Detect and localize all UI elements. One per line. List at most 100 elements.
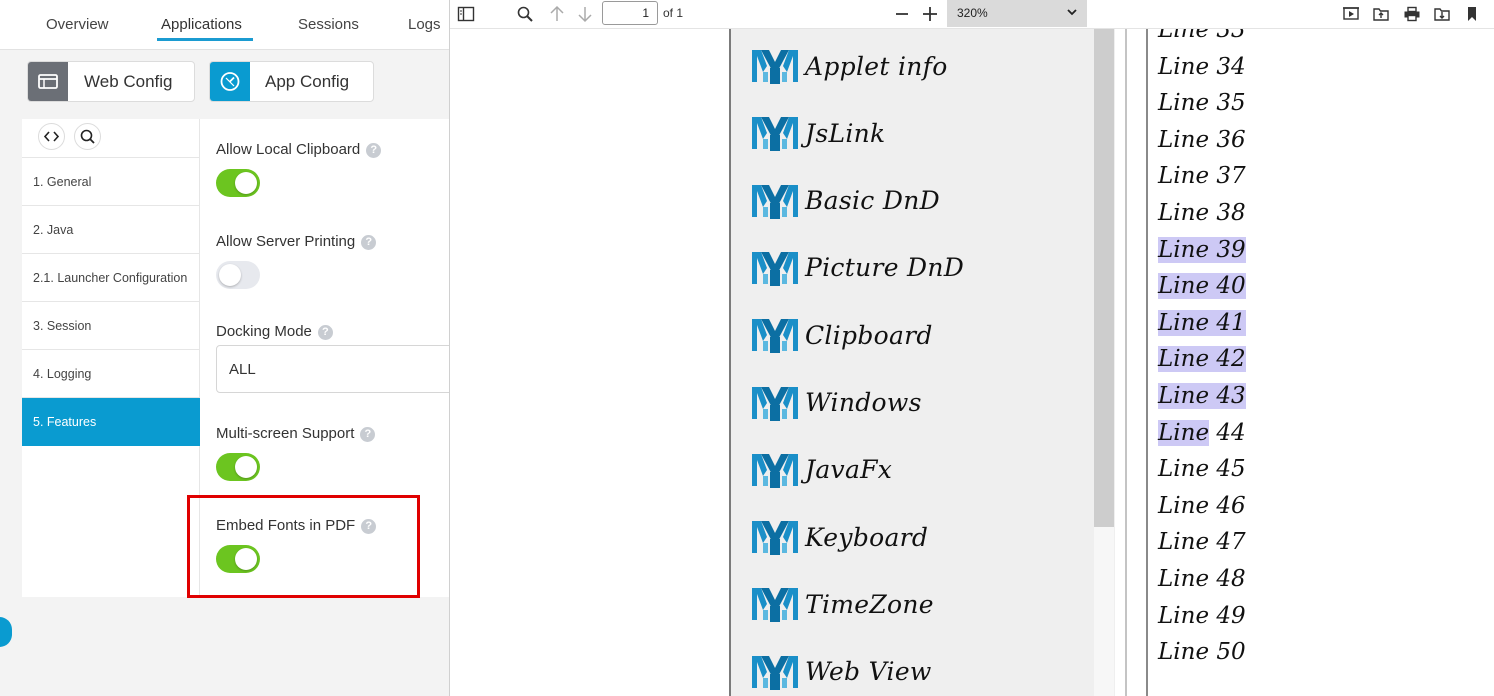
- app-name: Applet info: [805, 51, 948, 81]
- app-name: Clipboard: [805, 320, 933, 350]
- highlight-annotation-box: [187, 495, 420, 598]
- allow-server-printing-setting: Allow Server Printing?: [216, 233, 377, 250]
- sidebar-item-session[interactable]: 3. Session: [22, 302, 200, 350]
- allow-local-clipboard-toggle[interactable]: [216, 169, 260, 197]
- chevron-down-icon: [1067, 9, 1077, 16]
- code-toggle-button[interactable]: [38, 123, 65, 150]
- text-line: Line 50: [1158, 637, 1246, 667]
- pdf-pages-area[interactable]: Applet info JsLink Basic DnD Picture DnD Cli…: [450, 29, 1494, 696]
- app-logo-icon: [752, 251, 798, 286]
- app-logo-icon: [752, 521, 798, 556]
- help-icon[interactable]: ?: [360, 427, 376, 442]
- app-name: Windows: [805, 388, 922, 417]
- page-scrollbar-thumb[interactable]: [1094, 29, 1114, 527]
- text-line-label: Line 34: [1158, 53, 1246, 80]
- allow-server-printing-toggle[interactable]: [216, 261, 260, 289]
- text-line: Line 42: [1158, 344, 1246, 374]
- selected-text: Line 43: [1158, 383, 1246, 409]
- text-line: Line 37: [1158, 161, 1246, 191]
- active-tab-indicator: [157, 38, 253, 41]
- multi-screen-support-toggle[interactable]: [216, 453, 260, 481]
- sidebar-item-general[interactable]: 1. General: [22, 158, 200, 206]
- next-page-button[interactable]: [573, 3, 597, 25]
- text-line: Line 35: [1158, 88, 1246, 118]
- page-count-label: of 1: [663, 6, 684, 20]
- top-navigation: Overview Applications Sessions Logs: [0, 0, 449, 50]
- text-line: Line 40: [1158, 271, 1246, 301]
- app-list-item: Clipboard: [751, 315, 933, 355]
- app-config-label: App Config: [265, 72, 350, 91]
- tab-overview[interactable]: Overview: [46, 16, 109, 33]
- page-divider: [1125, 29, 1127, 696]
- docking-mode-select[interactable]: ALL: [216, 345, 449, 393]
- app-config-button[interactable]: App Config: [209, 61, 374, 102]
- help-icon[interactable]: ?: [361, 235, 377, 250]
- tab-sessions[interactable]: Sessions: [298, 16, 359, 33]
- open-file-icon: [1373, 8, 1389, 21]
- zoom-out-button[interactable]: [890, 3, 914, 25]
- app-name: Web View: [805, 657, 932, 687]
- app-name: Picture DnD: [805, 253, 965, 283]
- download-icon: [1434, 8, 1450, 21]
- docking-mode-setting: Docking Mode?: [216, 323, 333, 340]
- selected-text: Line 40: [1158, 273, 1246, 300]
- sidebar-item-logging[interactable]: 4. Logging: [22, 350, 200, 398]
- app-list-item: JsLink: [751, 113, 886, 153]
- text-line-label: Line 37: [1158, 163, 1246, 190]
- multi-screen-support-setting: Multi-screen Support?: [216, 425, 376, 442]
- sidebar-toggle-button[interactable]: [454, 3, 478, 25]
- tab-logs[interactable]: Logs: [408, 16, 441, 33]
- text-line: Line 44: [1158, 418, 1246, 448]
- text-line-label: Line 38: [1158, 200, 1246, 226]
- multi-screen-support-label: Multi-screen Support: [216, 425, 355, 442]
- bookmark-button[interactable]: [1460, 3, 1484, 25]
- text-line-label: Line 33: [1158, 29, 1246, 43]
- previous-page-button[interactable]: [545, 3, 569, 25]
- open-file-button[interactable]: [1369, 3, 1393, 25]
- pdf-toolbar: 1 of 1 320%: [450, 0, 1494, 29]
- app-name: TimeZone: [805, 589, 934, 619]
- app-list-item: Picture DnD: [751, 248, 964, 288]
- toggle-knob: [219, 264, 241, 286]
- sidebar-item-java[interactable]: 2. Java: [22, 206, 200, 254]
- text-line: Line 43: [1158, 381, 1246, 411]
- app-list-item: Windows: [751, 383, 922, 423]
- text-line-label: Line 49: [1158, 602, 1246, 629]
- plus-icon: [923, 7, 937, 21]
- help-icon[interactable]: ?: [366, 143, 382, 158]
- pdf-viewer: 1 of 1 320% Applet info JsLink Basic DnD…: [449, 0, 1494, 696]
- save-button[interactable]: [1430, 3, 1454, 25]
- page-number-input[interactable]: 1: [602, 1, 658, 25]
- app-logo-icon: [752, 588, 798, 623]
- presentation-icon: [1343, 7, 1359, 20]
- sidebar-item-features[interactable]: 5. Features: [22, 398, 200, 446]
- settings-sidebar: 1. General 2. Java 2.1. Launcher Configu…: [22, 119, 200, 597]
- docking-mode-label: Docking Mode: [216, 323, 312, 340]
- pdf-page-screenshot: Applet info JsLink Basic DnD Picture DnD Cli…: [729, 29, 1115, 696]
- allow-server-printing-label: Allow Server Printing: [216, 233, 356, 250]
- help-icon[interactable]: ?: [317, 325, 333, 340]
- bookmark-icon: [1468, 7, 1476, 21]
- presentation-mode-button[interactable]: [1339, 3, 1363, 25]
- sidebar-item-launcher-configuration[interactable]: 2.1. Launcher Configuration: [22, 254, 200, 302]
- text-line: Line 49: [1158, 601, 1246, 631]
- text-line: Line 41: [1158, 308, 1246, 338]
- text-line: Line 47: [1158, 527, 1246, 557]
- search-icon: [517, 6, 533, 22]
- selected-text: Line 39: [1158, 236, 1246, 263]
- print-button[interactable]: [1400, 3, 1424, 25]
- zoom-select[interactable]: 320%: [947, 0, 1087, 27]
- zoom-in-button[interactable]: [918, 3, 942, 25]
- app-name: JavaFx: [805, 455, 893, 485]
- app-name: Basic DnD: [805, 186, 940, 216]
- help-fab-button[interactable]: [0, 617, 12, 647]
- tab-applications[interactable]: Applications: [161, 16, 242, 33]
- zoom-value: 320%: [957, 6, 988, 20]
- pdf-page-lines: Line 33 Line 34 Line 35 Line 36 Line 37 Line …: [1146, 29, 1494, 696]
- app-logo-icon: [752, 655, 798, 690]
- web-config-button[interactable]: Web Config: [27, 61, 195, 102]
- app-list-item: Basic DnD: [751, 181, 940, 221]
- text-line: Line 45: [1158, 454, 1246, 484]
- sidebar-search-button[interactable]: [74, 123, 101, 150]
- find-button[interactable]: [513, 3, 537, 25]
